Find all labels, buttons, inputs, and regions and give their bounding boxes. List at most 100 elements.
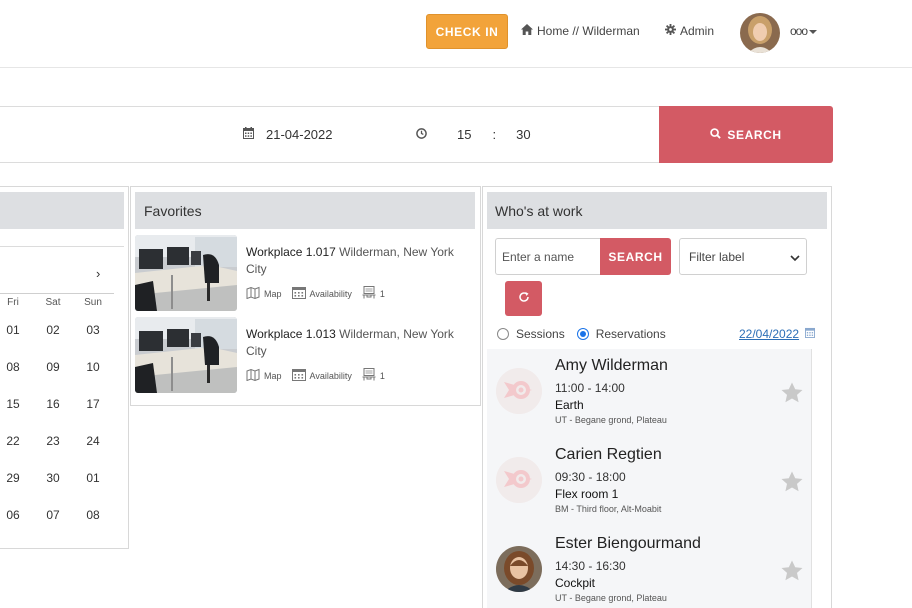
person-room: Cockpit [555, 576, 596, 590]
favorite-actions: Map Availability 1 [246, 286, 395, 301]
calendar-day-cell[interactable]: 08 [0, 360, 28, 374]
star-icon[interactable] [781, 471, 803, 495]
desk-icon [362, 286, 376, 301]
filter-label-select[interactable]: Filter label [679, 238, 807, 275]
calendar-day-cell[interactable]: 30 [38, 471, 68, 485]
workplace-name: Workplace 1.017 [246, 245, 336, 259]
refresh-button[interactable] [505, 281, 542, 316]
reservations-label: Reservations [595, 327, 666, 341]
hour-value[interactable]: 15 [457, 127, 471, 142]
refresh-icon [518, 291, 530, 306]
person-name: Ester Biengourmand [555, 535, 701, 552]
breadcrumb-label: Home // Wilderman [537, 24, 640, 38]
calendar-day-cell[interactable]: 09 [38, 360, 68, 374]
selected-date-link[interactable]: 22/04/2022 [739, 327, 816, 341]
time-separator: : [492, 127, 497, 142]
person-card[interactable]: Carien Regtien 09:30 - 18:00 Flex room 1… [487, 438, 812, 528]
calendar-day-cell[interactable]: 23 [38, 434, 68, 448]
person-room: Earth [555, 398, 584, 412]
calendar-weekday-divider [0, 293, 114, 294]
search-button[interactable]: SEARCH [659, 106, 833, 163]
calendar-day-cell[interactable]: 02 [38, 323, 68, 337]
map-label: Map [264, 288, 282, 299]
calendar-day-cell[interactable]: 01 [0, 323, 28, 337]
more-dots-icon: ooo [790, 24, 808, 38]
calendar-icon [291, 368, 306, 383]
calendar-day-cell[interactable]: 06 [0, 508, 28, 522]
calendar-weekday-label: Sun [84, 297, 102, 308]
availability-label: Availability [309, 288, 352, 299]
person-name: Amy Wilderman [555, 357, 668, 374]
search-icon [710, 127, 722, 142]
star-icon[interactable] [781, 382, 803, 406]
workplace-photo [135, 317, 237, 393]
favorites-title: Favorites [135, 192, 475, 229]
person-card[interactable]: Amy Wilderman 11:00 - 14:00 Earth UT - B… [487, 349, 812, 439]
workplace-name: Workplace 1.013 [246, 327, 336, 341]
time-picker[interactable]: 15 : 30 [416, 127, 531, 142]
sessions-radio[interactable] [497, 328, 509, 340]
name-search-input[interactable]: Enter a name [495, 238, 601, 275]
map-link[interactable]: Map [246, 286, 282, 301]
desk-icon [362, 368, 376, 383]
admin-link[interactable]: Admin [665, 24, 714, 38]
calendar-weekday-label: Sat [45, 297, 61, 308]
person-time: 14:30 - 16:30 [555, 559, 626, 573]
calendar-day-cell[interactable]: 08 [78, 508, 108, 522]
date-value: 21-04-2022 [266, 127, 333, 142]
map-icon [246, 368, 260, 383]
admin-label: Admin [680, 24, 715, 38]
filter-select-value: Filter label [689, 250, 745, 264]
calendar-divider [0, 246, 124, 247]
person-avatar [496, 546, 542, 592]
chevron-down-icon [809, 24, 818, 38]
favorite-title: Workplace 1.017 Wilderman, New York City [246, 244, 466, 278]
map-link[interactable]: Map [246, 368, 282, 383]
workplace-photo [135, 235, 237, 311]
seats-count: 1 [379, 288, 385, 299]
map-icon [246, 286, 260, 301]
calendar-next-month-button[interactable]: › [96, 266, 100, 281]
availability-link[interactable]: Availability [291, 286, 352, 301]
calendar-day-cell[interactable]: 17 [78, 397, 108, 411]
calendar-day-cell[interactable]: 16 [38, 397, 68, 411]
person-name: Carien Regtien [555, 446, 662, 463]
more-menu[interactable]: ooo [790, 24, 818, 38]
seats-count: 1 [379, 370, 385, 381]
favorite-item[interactable]: Workplace 1.013 Wilderman, New York City… [135, 317, 475, 393]
calendar-day-cell[interactable]: 15 [0, 397, 28, 411]
person-card[interactable]: Ester Biengourmand 14:30 - 16:30 Cockpit… [487, 527, 812, 608]
person-avatar [496, 368, 542, 414]
search-button-label: SEARCH [727, 127, 782, 142]
calendar-day-cell[interactable]: 10 [78, 360, 108, 374]
user-avatar[interactable] [740, 13, 780, 53]
reservations-radio[interactable] [576, 328, 589, 340]
star-icon[interactable] [781, 560, 803, 584]
name-search-button[interactable]: SEARCH [600, 238, 671, 275]
chevron-down-icon [790, 251, 800, 265]
calendar-day-cell[interactable]: 01 [78, 471, 108, 485]
calendar-panel-header [0, 192, 124, 229]
calendar-weekday-label: Fri [7, 297, 19, 308]
clock-icon [416, 127, 427, 142]
favorite-item[interactable]: Workplace 1.017 Wilderman, New York City… [135, 235, 475, 311]
minute-value[interactable]: 30 [516, 127, 530, 142]
breadcrumb-home-link[interactable]: Home // Wilderman [521, 24, 640, 38]
calendar-day-cell[interactable]: 07 [38, 508, 68, 522]
sessions-label: Sessions [516, 327, 565, 341]
selected-date-value: 22/04/2022 [739, 327, 800, 341]
calendar-icon [805, 327, 816, 341]
person-location: UT - Begane grond, Plateau [555, 415, 667, 425]
availability-link[interactable]: Availability [291, 368, 352, 383]
availability-label: Availability [309, 370, 352, 381]
map-label: Map [264, 370, 282, 381]
calendar-icon [243, 127, 254, 142]
check-in-button[interactable]: CHECK IN [426, 14, 508, 49]
person-location: BM - Third floor, Alt-Moabit [555, 504, 662, 514]
calendar-day-cell[interactable]: 03 [78, 323, 108, 337]
calendar-day-cell[interactable]: 29 [0, 471, 28, 485]
calendar-day-cell[interactable]: 24 [78, 434, 108, 448]
calendar-day-cell[interactable]: 22 [0, 434, 28, 448]
person-avatar [496, 457, 542, 503]
date-picker[interactable]: 21-04-2022 [243, 127, 333, 142]
